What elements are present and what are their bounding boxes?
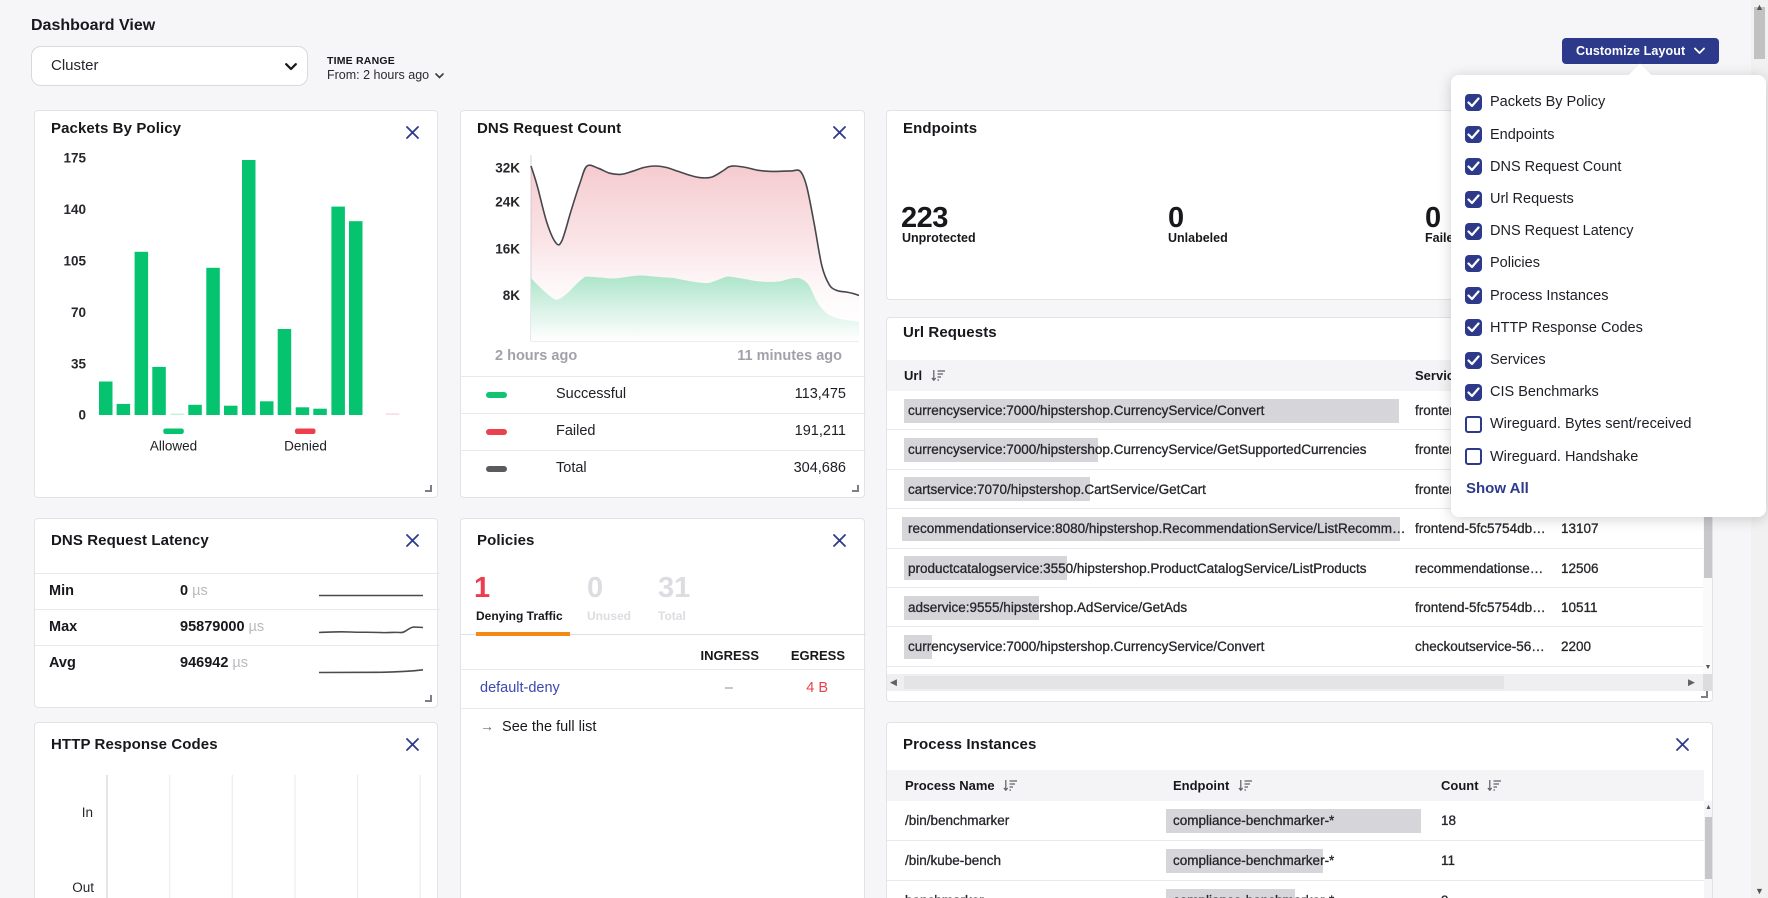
svg-text:Out: Out bbox=[72, 880, 94, 895]
svg-text:140: 140 bbox=[63, 202, 86, 217]
svg-text:70: 70 bbox=[71, 305, 86, 320]
svg-text:175: 175 bbox=[63, 151, 86, 166]
svg-text:35: 35 bbox=[71, 356, 87, 371]
svg-text:16K: 16K bbox=[495, 241, 520, 256]
svg-text:105: 105 bbox=[63, 253, 86, 268]
svg-text:8K: 8K bbox=[503, 288, 521, 303]
svg-text:0: 0 bbox=[78, 408, 86, 423]
svg-text:24K: 24K bbox=[495, 194, 520, 209]
svg-text:Denied: Denied bbox=[284, 439, 327, 454]
svg-text:32K: 32K bbox=[495, 161, 520, 176]
svg-text:Allowed: Allowed bbox=[150, 439, 197, 454]
svg-text:In: In bbox=[82, 805, 93, 820]
